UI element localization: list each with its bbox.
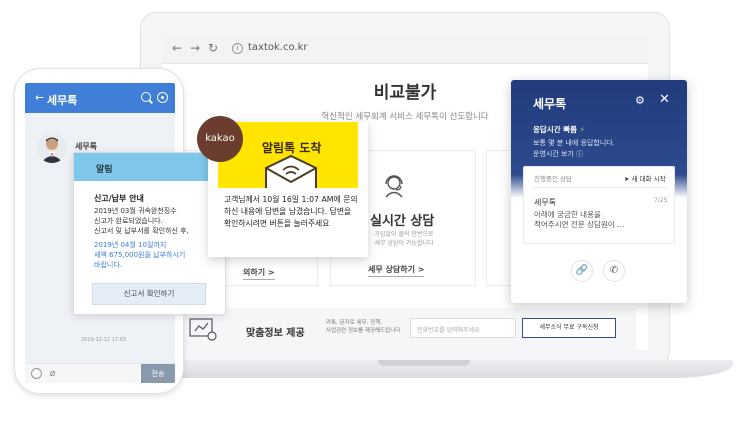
- search-icon[interactable]: [141, 92, 151, 102]
- alimtalk-message: 고객님께서 10월 16일 1:07 AM에 문의하신 내용에 답변을 남겼습니…: [224, 195, 358, 228]
- new-conversation-button[interactable]: ➤ 새 대화 시작: [624, 173, 666, 183]
- emoji-icon[interactable]: [31, 368, 42, 379]
- divider: [532, 187, 668, 188]
- subscribe-button[interactable]: 세무소식 무료 구독신청: [522, 318, 616, 338]
- response-speed-label: 응답시간 빠름: [533, 125, 578, 134]
- conversation-card[interactable]: 진행중인 상담 ➤ 새 대화 시작 세무톡 7/25 아래에 궁금한 내용을 적…: [523, 166, 675, 244]
- conversation-preview: 아래에 궁금한 내용을 적어주시면 전문 상담원이 …: [534, 210, 625, 230]
- laptop-notch: [378, 360, 470, 366]
- forward-icon[interactable]: →: [190, 41, 200, 55]
- business-hours-link[interactable]: 운영시간 보기 ⓘ: [533, 149, 583, 159]
- notification-line: 신고가 완료되었습니다.: [94, 217, 163, 225]
- notification-line: 신고서 및 납부서를 확인하신 후,: [94, 227, 189, 235]
- view-report-button[interactable]: 신고서 확인하기: [92, 283, 206, 305]
- gear-icon[interactable]: ⚙: [635, 94, 645, 107]
- notification-header-label: 알림: [96, 165, 113, 175]
- address-bar[interactable]: taxtok.co.kr: [248, 42, 308, 53]
- conversation-status: 진행중인 상담: [534, 175, 572, 183]
- phone-number-input[interactable]: 전화번호를 입력해주세요: [410, 318, 516, 338]
- widget-title: 세무톡: [533, 97, 567, 111]
- headset-agent-icon: [385, 175, 403, 198]
- close-icon[interactable]: ✕: [659, 92, 670, 107]
- link-icon[interactable]: 🔗: [571, 260, 593, 282]
- info-icon[interactable]: i: [232, 43, 243, 54]
- conversation-name: 세무톡: [534, 198, 557, 207]
- notification-message: 알림 신고/납부 안내 2019년 03월 귀속완천징수 신고가 완료되었습니다…: [73, 152, 227, 315]
- menu-icon[interactable]: [157, 92, 168, 103]
- notification-line: 세액 675,000원을 납부하시기: [94, 251, 186, 259]
- phone-chat-title: 세무톡: [47, 94, 78, 107]
- back-arrow-icon[interactable]: ←: [35, 91, 44, 104]
- promo-title: 맞춤정보 제공: [246, 328, 305, 339]
- newsletter-icon: [189, 318, 217, 341]
- response-time-note: 보통 몇 분 내에 응답합니다.: [533, 139, 615, 147]
- back-icon[interactable]: ←: [172, 41, 182, 55]
- chat-widget: 세무톡 ⚙ ✕ 응답시간 빠름 ⚡ 보통 몇 분 내에 응답합니다. 운영시간 …: [511, 80, 687, 303]
- notification-line: 바랍니다.: [94, 261, 122, 269]
- envelope-icon: [265, 154, 317, 188]
- attachment-icon[interactable]: ⌀: [47, 368, 58, 379]
- live-chat-title: 실시간 상담: [370, 214, 435, 229]
- avatar: [37, 133, 67, 163]
- reload-icon[interactable]: ↻: [208, 41, 218, 55]
- notification-line: 2019년 04월 10일까지: [94, 241, 167, 249]
- live-chat-link[interactable]: 세무 상담하기 >: [368, 264, 425, 277]
- conversation-date: 7/25: [654, 197, 668, 204]
- kakao-logo: kakao: [197, 116, 243, 162]
- response-speed: 응답시간 빠름 ⚡: [533, 124, 585, 135]
- conversation-preview-line1: 아래에 궁금한 내용을: [534, 210, 601, 219]
- person-avatar-icon: [37, 133, 67, 163]
- notification-header: 알림: [74, 153, 227, 181]
- conversation-preview-line2: 적어주시면 전문 상담원이 …: [534, 220, 625, 229]
- message-input-bar[interactable]: ⌀ 전송: [25, 363, 175, 383]
- promo-desc-line1: 카톡, 문자로 세무, 정책,: [326, 320, 383, 326]
- promo-desc: 카톡, 문자로 세무, 정책, 사업관련 정보를 제공해드립니다: [326, 319, 400, 335]
- promo-desc-line2: 사업관련 정보를 제공해드립니다: [326, 328, 401, 334]
- send-button[interactable]: 전송: [141, 364, 175, 383]
- browser-toolbar: ← → ↻ i taxtok.co.kr: [162, 34, 648, 64]
- sender-name: 세무톡: [75, 142, 98, 151]
- inquiry-link[interactable]: 의하기 >: [243, 267, 275, 280]
- phone-call-icon[interactable]: ✆: [603, 260, 625, 282]
- notification-line: 2019년 03월 귀속완천징수: [94, 207, 177, 215]
- lightning-icon: ⚡: [579, 125, 585, 134]
- subscription-banner: 맞춤정보 제공 카톡, 문자로 세무, 정책, 사업관련 정보를 제공해드립니다…: [174, 308, 636, 350]
- notification-title: 신고/납부 안내: [94, 194, 144, 203]
- phone-header: ← 세무톡: [25, 83, 175, 113]
- message-timestamp: 2019-12-12 17:03: [81, 337, 127, 343]
